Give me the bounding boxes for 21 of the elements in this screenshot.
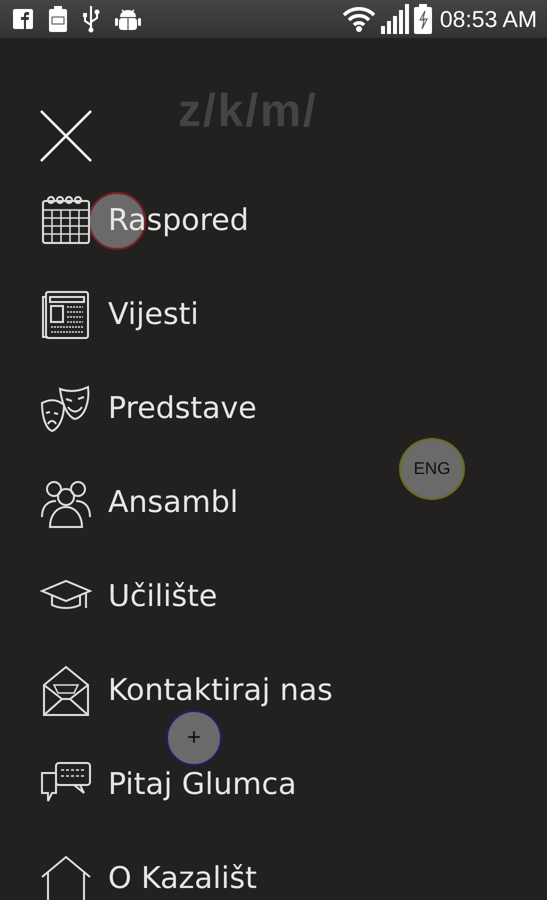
- newspaper-icon: [40, 289, 92, 341]
- usb-icon: [82, 5, 100, 33]
- close-icon[interactable]: [40, 110, 92, 162]
- calendar-icon: [40, 195, 92, 247]
- clock: 08:53 AM: [440, 6, 537, 32]
- house-icon: [40, 853, 92, 900]
- battery-charging-icon: [414, 4, 432, 34]
- menu-item[interactable]: Vijesti: [108, 298, 199, 332]
- menu-item[interactable]: O Kazališt: [108, 862, 257, 896]
- wifi-icon: [342, 6, 376, 32]
- battery-icon: [48, 6, 68, 32]
- menu-item[interactable]: Pitaj Glumca: [108, 768, 296, 802]
- menu-item[interactable]: Predstave: [108, 392, 257, 426]
- theater-masks-icon: [40, 383, 92, 435]
- facebook-icon: [12, 8, 34, 30]
- envelope-icon: [40, 665, 92, 717]
- menu-item[interactable]: Kontaktiraj nas: [108, 674, 333, 708]
- menu-item[interactable]: Učilište: [108, 580, 218, 614]
- signal-icon: [380, 4, 409, 34]
- menu-item[interactable]: Raspored: [108, 204, 249, 238]
- menu-item[interactable]: Ansambl: [108, 486, 238, 520]
